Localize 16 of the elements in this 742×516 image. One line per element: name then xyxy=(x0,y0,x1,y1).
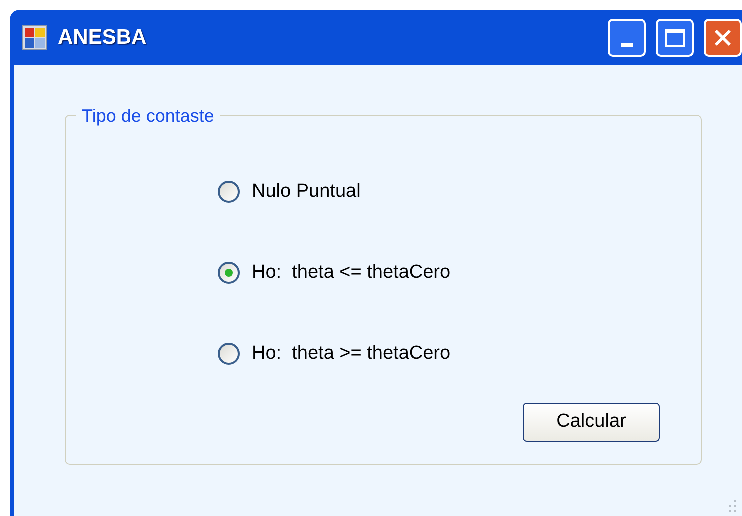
option-label: Ho: theta <= thetaCero xyxy=(252,260,451,285)
maximize-icon xyxy=(665,28,685,46)
close-button[interactable] xyxy=(704,18,742,56)
minimize-button[interactable] xyxy=(608,18,646,56)
radio-button[interactable] xyxy=(218,343,240,365)
calcular-button[interactable]: Calcular xyxy=(523,403,660,442)
option-label: Nulo Puntual xyxy=(252,180,361,204)
maximize-button[interactable] xyxy=(656,18,694,56)
option-label: Ho: theta >= thetaCero xyxy=(252,342,451,366)
app-icon xyxy=(22,24,48,50)
close-icon xyxy=(713,28,733,48)
window-title: ANESBA xyxy=(58,24,147,51)
radio-button[interactable] xyxy=(218,181,240,203)
resize-grip-icon xyxy=(726,500,738,512)
minimize-icon xyxy=(621,42,633,46)
radio-button[interactable] xyxy=(218,262,240,284)
